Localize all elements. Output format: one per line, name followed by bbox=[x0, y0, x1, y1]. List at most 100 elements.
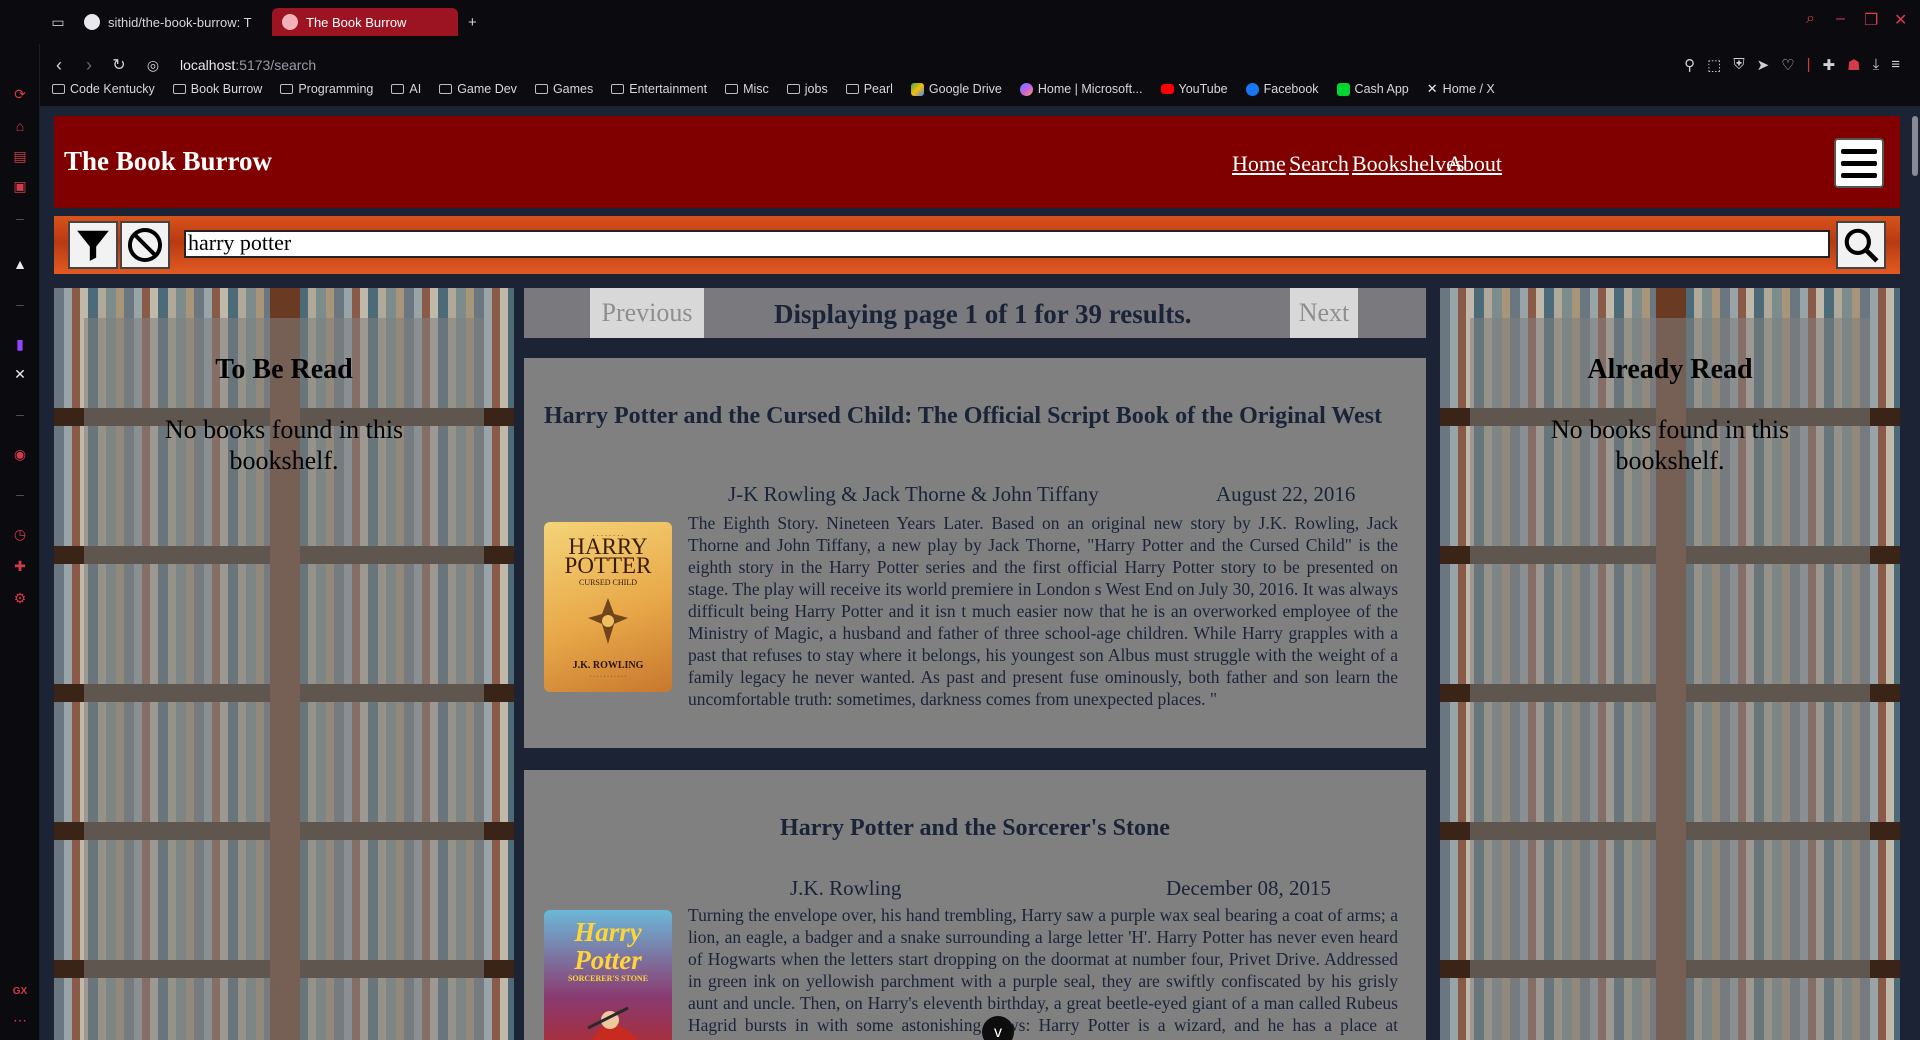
new-tab-button[interactable]: + bbox=[462, 8, 490, 36]
bookmark-misc[interactable]: Misc bbox=[725, 82, 769, 96]
book-title[interactable]: Harry Potter and the Sorcerer's Stone bbox=[544, 814, 1406, 842]
twitch-icon[interactable]: ▮ bbox=[12, 336, 28, 352]
easy-setup-icon[interactable]: ≡ bbox=[1891, 56, 1900, 74]
book-result-card[interactable]: Harry Potter and the Cursed Child: The O… bbox=[524, 358, 1426, 748]
player-icon[interactable]: ▤ bbox=[12, 148, 28, 164]
pin-icon[interactable]: ⚲ bbox=[1684, 56, 1695, 74]
nav-home-link[interactable]: Home bbox=[1232, 151, 1286, 177]
player-circle-icon[interactable]: ◉ bbox=[12, 446, 28, 462]
previous-page-button[interactable]: Previous bbox=[590, 288, 704, 338]
bookmark-game-dev[interactable]: Game Dev bbox=[439, 82, 517, 96]
bookmark-google-drive[interactable]: Google Drive bbox=[910, 82, 1002, 96]
bookmark-x[interactable]: ✕ Home / X bbox=[1427, 81, 1495, 97]
folder-icon bbox=[786, 84, 800, 94]
search-submit-button[interactable] bbox=[1836, 221, 1886, 269]
tab-menu-icon[interactable]: ▭ bbox=[50, 14, 66, 30]
shield-icon[interactable]: ⛨ bbox=[1733, 56, 1744, 74]
page-scrollbar[interactable] bbox=[1912, 110, 1918, 1036]
site-brand[interactable]: The Book Burrow bbox=[64, 146, 272, 177]
bookmark-ai[interactable]: AI bbox=[391, 82, 421, 96]
clear-filter-button[interactable] bbox=[120, 221, 170, 269]
forward-icon[interactable]: › bbox=[74, 55, 104, 76]
url-host: localhost bbox=[180, 57, 236, 73]
bookmark-label: Home | Microsoft... bbox=[1037, 82, 1143, 96]
divider-icon: – bbox=[16, 296, 24, 312]
send-icon[interactable]: ➤ bbox=[1757, 56, 1770, 74]
bookmark-facebook[interactable]: Facebook bbox=[1245, 82, 1319, 96]
profile-icon[interactable]: ☗ bbox=[1847, 56, 1860, 74]
filter-icon bbox=[77, 230, 109, 261]
hamburger-menu-button[interactable] bbox=[1834, 138, 1884, 188]
back-icon[interactable]: ‹ bbox=[44, 55, 74, 76]
pagination-status: Displaying page 1 of 1 for 39 results. bbox=[774, 299, 1192, 329]
bookmark-jobs[interactable]: jobs bbox=[786, 82, 828, 96]
cover-subtitle: SORCERER'S STONE bbox=[567, 974, 649, 983]
microsoft-icon bbox=[1019, 82, 1033, 96]
divider-icon: – bbox=[16, 486, 24, 502]
shelf-overlay: To Be Read No books found in this booksh… bbox=[84, 318, 484, 1040]
restore-icon[interactable]: ❐ bbox=[1864, 10, 1878, 30]
snapshot-icon[interactable]: ⬚ bbox=[1707, 56, 1721, 74]
cover-emblem-icon bbox=[588, 598, 628, 644]
book-cover[interactable]: Harry Potter SORCERER'S STONE bbox=[544, 910, 672, 1040]
site-info-icon[interactable]: ◎ bbox=[138, 57, 168, 74]
bookmark-label: jobs bbox=[804, 82, 828, 96]
more-icon[interactable]: ⋯ bbox=[12, 1012, 28, 1028]
book-cover[interactable]: · · · · · · · · HARRY POTTER CURSED CHIL… bbox=[544, 522, 672, 692]
scrollbar-thumb[interactable] bbox=[1912, 116, 1918, 176]
nav-search-link[interactable]: Search bbox=[1289, 151, 1349, 177]
settings-gear-icon[interactable]: ⚙ bbox=[12, 590, 28, 606]
bookmark-programming[interactable]: Programming bbox=[280, 82, 373, 96]
bookmark-cash-app[interactable]: Cash App bbox=[1336, 82, 1409, 96]
url-field[interactable]: localhost:5173/search bbox=[180, 57, 316, 73]
cover-title: Harry Potter bbox=[574, 917, 642, 975]
bookmark-book-burrow[interactable]: Book Burrow bbox=[172, 82, 262, 96]
tab-github[interactable]: sithid/the-book-burrow: T bbox=[74, 8, 264, 36]
reload-icon[interactable]: ↻ bbox=[104, 55, 134, 75]
flow-icon[interactable]: ⟳ bbox=[12, 86, 28, 102]
menu-bar bbox=[1841, 172, 1877, 178]
search-input[interactable]: harry potter bbox=[184, 230, 1830, 258]
cover-title-line2: POTTER bbox=[564, 553, 652, 578]
bookmark-entertainment[interactable]: Entertainment bbox=[611, 82, 707, 96]
tab-title: The Book Burrow bbox=[306, 14, 407, 30]
next-page-button[interactable]: Next bbox=[1290, 288, 1358, 338]
site-header: The Book Burrow Home Search Bookshelves … bbox=[54, 116, 1900, 208]
close-window-icon[interactable]: ✕ bbox=[1894, 10, 1907, 30]
minimize-icon[interactable]: – bbox=[1836, 10, 1845, 28]
folder-icon bbox=[391, 84, 405, 94]
folder-icon bbox=[845, 84, 859, 94]
heart-icon[interactable]: ♡ bbox=[1781, 56, 1794, 74]
history-icon[interactable]: ◷ bbox=[12, 526, 28, 542]
bookmark-youtube[interactable]: YouTube bbox=[1160, 82, 1228, 96]
extensions-toolbar-icon[interactable]: ✚ bbox=[1823, 56, 1836, 74]
x-sidebar-icon[interactable]: ✕ bbox=[12, 366, 28, 382]
search-tabs-icon[interactable]: ⌕ bbox=[1806, 10, 1815, 28]
bookmark-games[interactable]: Games bbox=[534, 82, 593, 96]
tab-bar: ▭ sithid/the-book-burrow: T The Book Bur… bbox=[0, 0, 1920, 44]
filter-button[interactable] bbox=[68, 221, 118, 269]
search-icon bbox=[1844, 228, 1879, 263]
tab-book-burrow[interactable]: The Book Burrow bbox=[272, 8, 458, 36]
messenger-icon[interactable]: ▣ bbox=[12, 178, 28, 194]
cover-author: J.K. ROWLING bbox=[572, 660, 644, 671]
bookmark-label: Game Dev bbox=[457, 82, 517, 96]
book-title[interactable]: Harry Potter and the Cursed Child: The O… bbox=[544, 402, 1404, 430]
menu-bar bbox=[1841, 160, 1877, 166]
folder-icon bbox=[534, 84, 548, 94]
aria-icon[interactable]: ▲ bbox=[12, 256, 28, 272]
extensions-sidebar-icon[interactable]: ⌂ bbox=[12, 118, 28, 134]
extensions-icon[interactable]: ✚ bbox=[12, 558, 28, 574]
bookmark-code-kentucky[interactable]: Code Kentucky bbox=[52, 82, 155, 96]
bookmark-pearl[interactable]: Pearl bbox=[845, 82, 893, 96]
bookmark-microsoft[interactable]: Home | Microsoft... bbox=[1019, 82, 1143, 96]
book-description: The Eighth Story. Nineteen Years Later. … bbox=[688, 513, 1398, 709]
scroll-down-button[interactable]: v bbox=[982, 1016, 1014, 1040]
nav-about-link[interactable]: About bbox=[1447, 151, 1502, 177]
shelf-empty-message: No books found in this bookshelf. bbox=[1550, 415, 1790, 475]
globe-icon bbox=[282, 14, 298, 30]
folder-icon bbox=[280, 84, 294, 94]
download-icon[interactable]: ⤓ bbox=[1873, 56, 1880, 74]
book-result-card[interactable]: Harry Potter and the Sorcerer's Stone J.… bbox=[524, 770, 1426, 1040]
bookmark-label: Pearl bbox=[863, 82, 893, 96]
